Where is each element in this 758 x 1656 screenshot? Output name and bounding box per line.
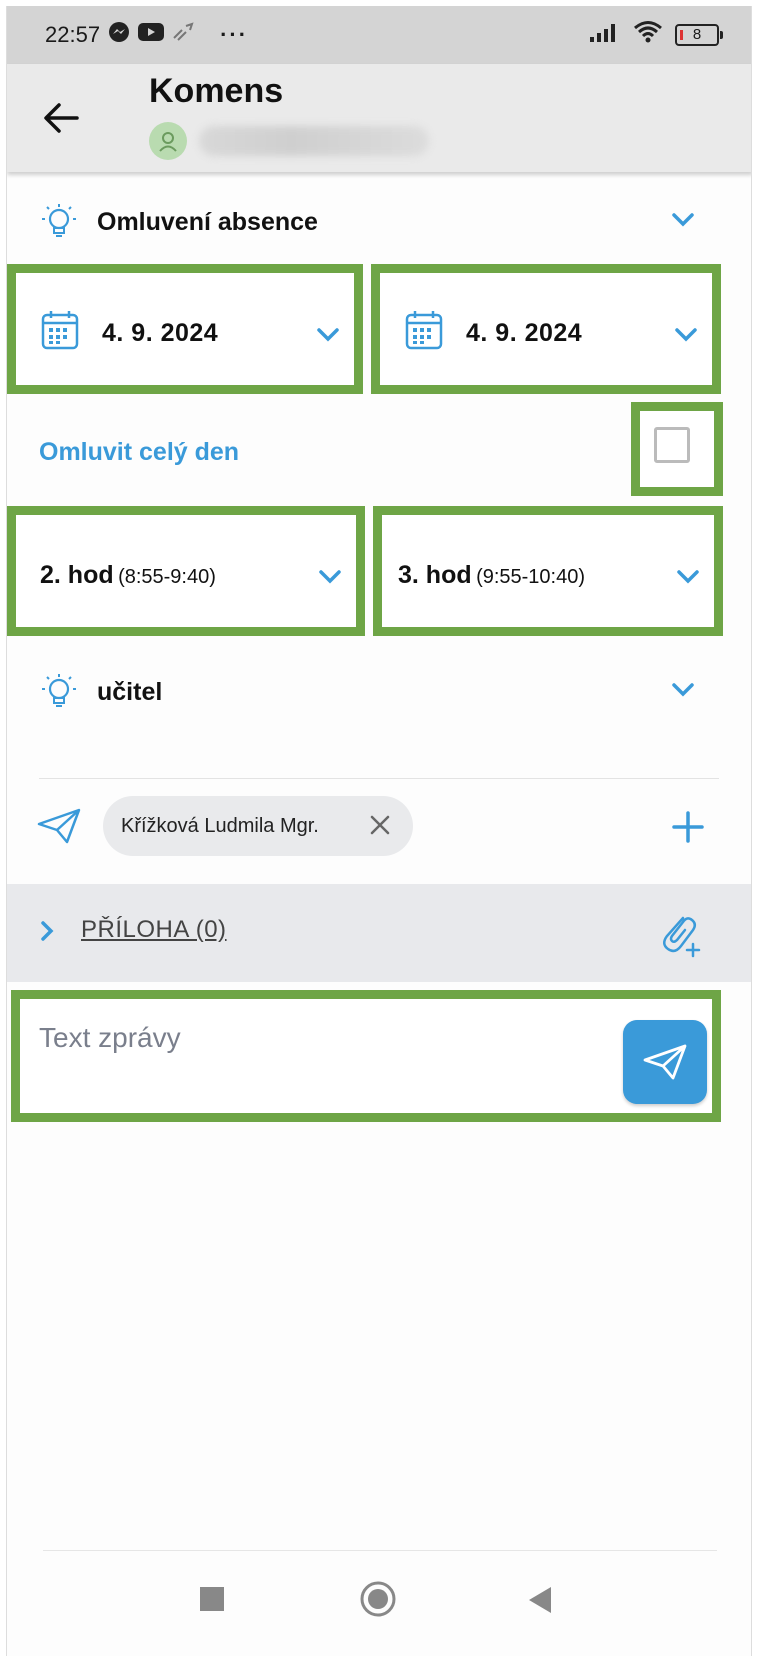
message-placeholder: Text zprávy [39,1022,181,1053]
chevron-down-icon [671,682,695,703]
hour-from-main: 2. hod [40,561,114,589]
attachment-label[interactable]: PŘÍLOHA (0) [81,916,227,944]
divider [39,778,719,779]
hour-to-range: (9:55-10:40) [476,566,586,588]
chevron-down-icon [676,569,700,590]
hour-to-select[interactable]: 3. hod (9:55-10:40) [373,506,723,636]
battery-icon: 8 [675,24,723,46]
date-from-picker[interactable]: 4. 9. 2024 [7,264,363,394]
checkbox-square [654,427,690,463]
blurred-user-name [199,126,429,156]
lightbulb-icon [39,672,79,717]
date-to-picker[interactable]: 4. 9. 2024 [371,264,721,394]
close-icon[interactable] [367,812,393,844]
recipient-chip[interactable]: Křížková Ludmila Mgr. [103,796,413,856]
arrow-left-icon [44,103,79,133]
chevron-right-icon [39,920,55,947]
hour-to-main: 3. hod [398,561,472,589]
hour-from-range: (8:55-9:40) [118,566,216,588]
avatar [149,122,187,160]
signal-icon [589,21,621,49]
lightbulb-icon [39,202,79,247]
user-avatar-icon [159,132,177,152]
add-recipient-button[interactable] [671,810,705,849]
triangle-back-icon [529,1587,551,1613]
plus-icon [672,811,704,843]
chevron-down-icon [674,327,698,348]
calendar-icon [40,309,80,356]
square-icon [200,1587,224,1611]
back-nav-button[interactable] [527,1586,553,1619]
date-to-value: 4. 9. 2024 [466,319,583,347]
youtube-icon [138,22,165,48]
home-circle-icon [360,1581,396,1617]
message-type-label: Omluvení absence [97,208,318,236]
date-from-value: 4. 9. 2024 [102,319,219,347]
satellite-icon [172,22,196,48]
chevron-down-icon [318,569,342,590]
nav-divider [43,1550,717,1551]
app-bar: Komens [7,64,751,172]
hour-to-text: 3. hod (9:55-10:40) [398,561,585,590]
attachment-section[interactable]: PŘÍLOHA (0) [7,884,751,982]
whole-day-checkbox[interactable] [631,402,723,496]
wifi-icon [633,20,663,50]
page-title: Komens [149,72,284,110]
status-bar: 22:57 ··· 8 [7,6,751,64]
home-button[interactable] [359,1580,397,1623]
message-type-select[interactable]: Omluvení absence [7,182,751,262]
whole-day-label[interactable]: Omluvit celý den [39,438,239,467]
status-time: 22:57 [45,22,101,47]
recipient-chip-label: Křížková Ludmila Mgr. [121,814,319,837]
recent-apps-button[interactable] [199,1586,225,1617]
calendar-icon [404,309,444,356]
send-button[interactable] [623,1020,707,1104]
back-button[interactable] [37,94,85,142]
hour-from-select[interactable]: 2. hod (8:55-9:40) [7,506,365,636]
paperclip-plus-icon[interactable] [657,908,703,963]
status-more-dots: ··· [220,22,249,47]
chevron-down-icon [671,212,695,233]
recipient-type-label: učitel [97,678,163,706]
message-text-field[interactable] [11,990,721,1122]
hour-from-text: 2. hod (8:55-9:40) [40,561,216,590]
messenger-icon [108,21,130,49]
recipient-type-select[interactable]: učitel [7,652,751,732]
paper-plane-icon [643,1044,687,1080]
phone-screen: 22:57 ··· 8 Komens Omluvení absence 4. 9… [6,6,752,1656]
chevron-down-icon [316,327,340,348]
paper-plane-icon [37,808,81,849]
